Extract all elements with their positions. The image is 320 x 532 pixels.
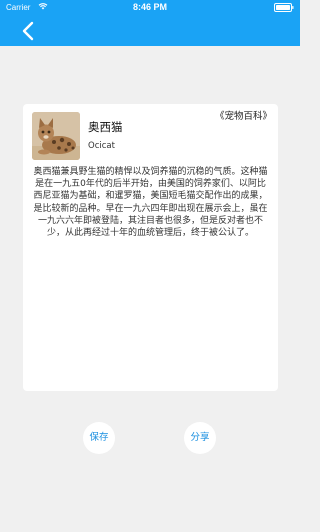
status-time: 8:46 PM [132, 2, 167, 12]
cat-photo [32, 112, 80, 160]
share-button[interactable]: 分享 [184, 422, 216, 454]
source-label: 《宠物百科》 [214, 111, 272, 122]
save-button[interactable]: 保存 [83, 422, 115, 454]
nav-bar [0, 14, 300, 46]
battery-icon [274, 3, 294, 12]
cat-image [32, 112, 80, 160]
back-button[interactable] [18, 20, 40, 42]
breed-name-en: Ocicat [88, 141, 115, 151]
pet-info-card: 《宠物百科》 奥西猫 Ocicat 奥西猫兼具野生猫的精悍以及饲养猫的沉稳的气质… [23, 104, 278, 391]
chevron-left-icon [22, 21, 34, 41]
status-bar: Carrier 8:46 PM [0, 0, 300, 14]
breed-name-cn: 奥西猫 [88, 120, 123, 134]
breed-description: 奥西猫兼具野生猫的精悍以及饲养猫的沉稳的气质。这种猫是在一九五0年代的后半开始，… [33, 167, 268, 239]
